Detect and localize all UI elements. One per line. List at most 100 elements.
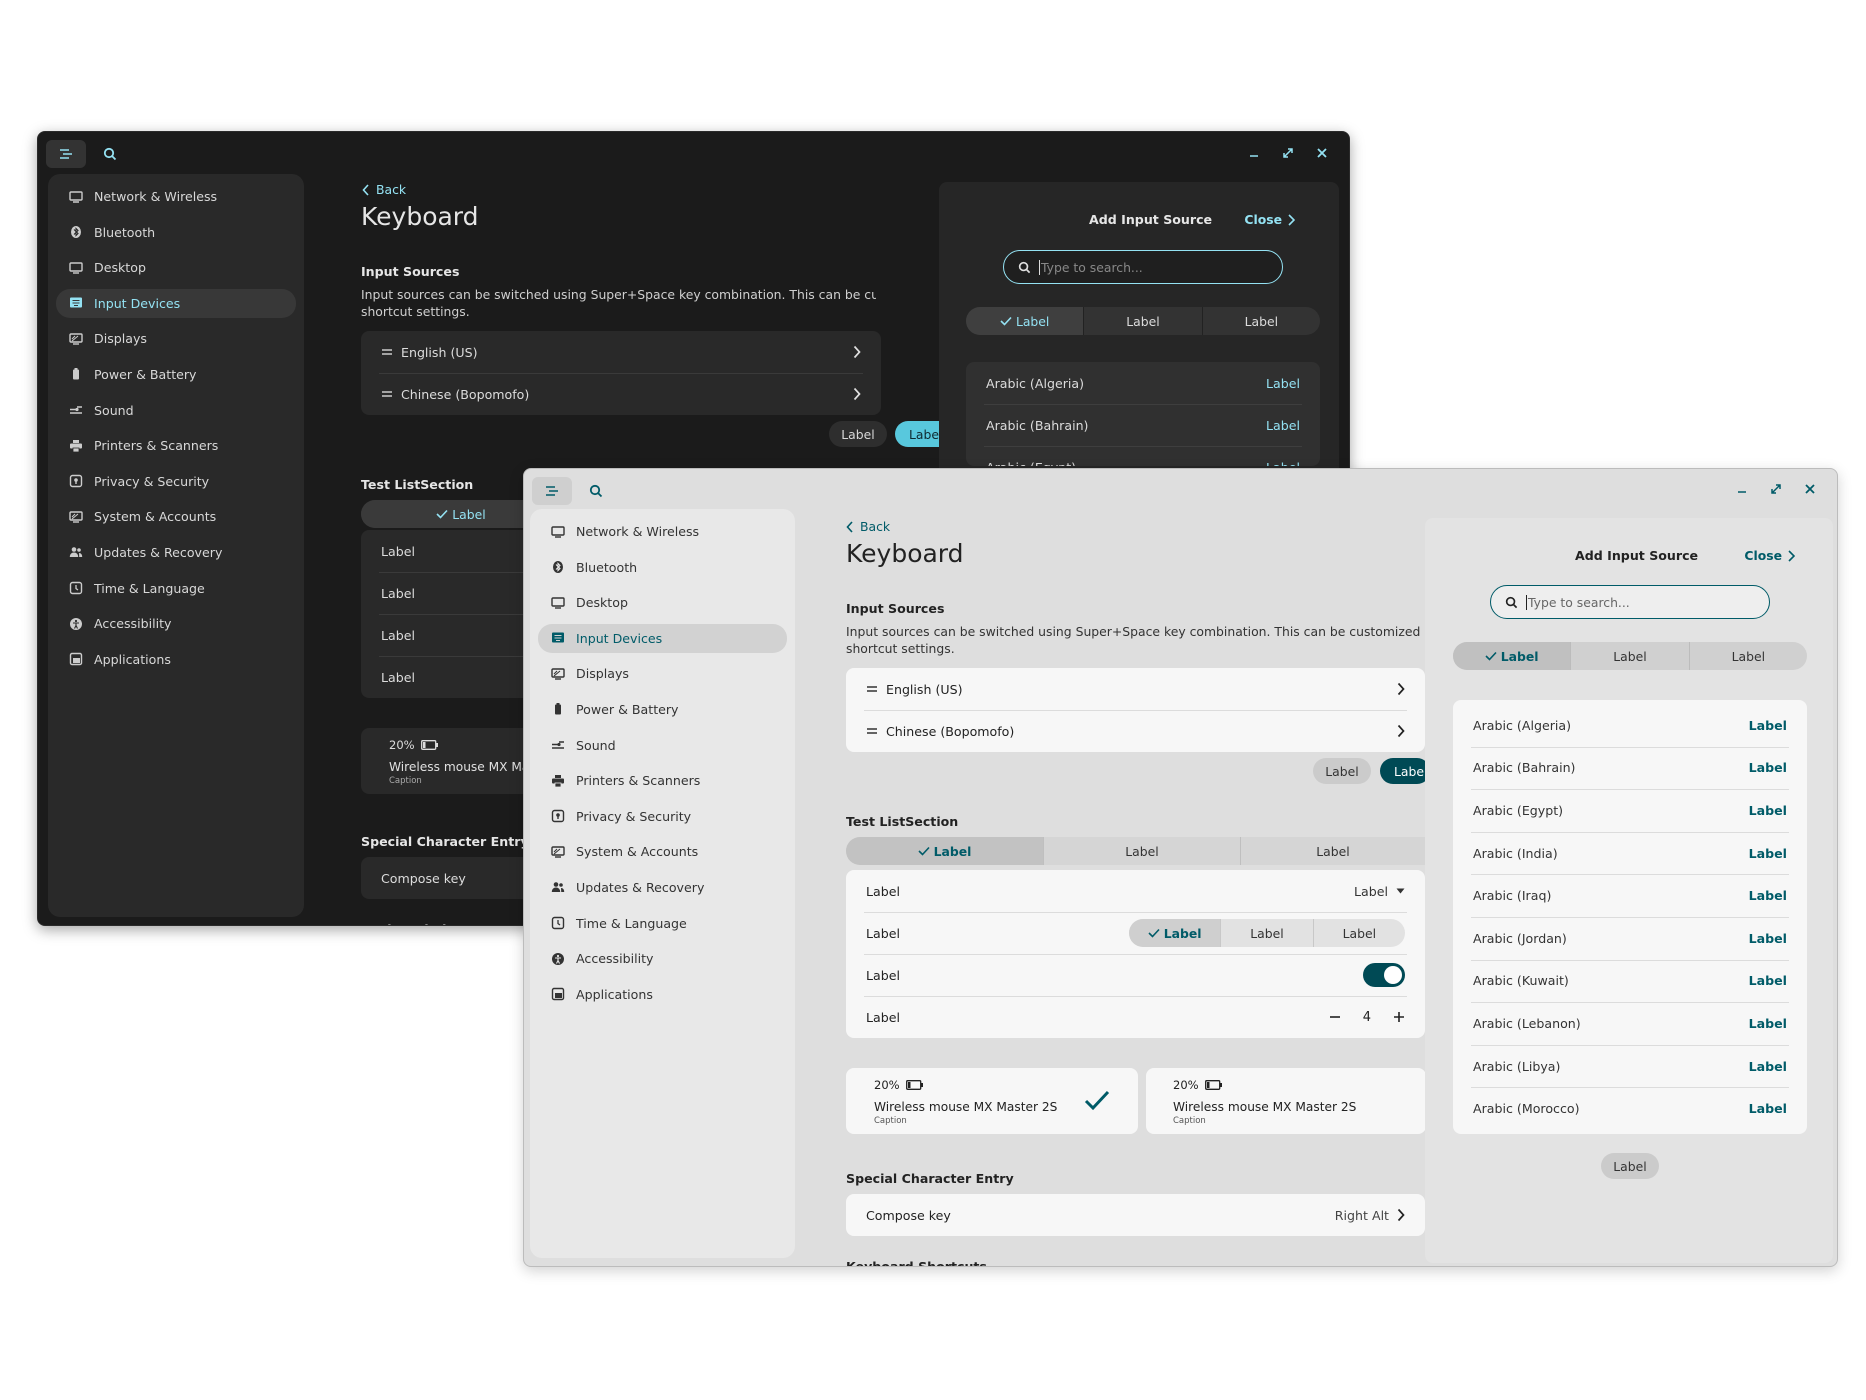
device-card-selected[interactable]: 20% Wireless mouse MX Master 2S Caption: [846, 1068, 1138, 1134]
add-language-button[interactable]: Label: [1749, 931, 1787, 946]
sidebar-item-bluetooth[interactable]: Bluetooth: [538, 553, 787, 582]
list-item-dropdown[interactable]: Label Label: [846, 870, 1425, 912]
secondary-button[interactable]: Label: [829, 421, 887, 447]
segment-option[interactable]: Label: [1240, 837, 1425, 865]
sidebar-toggle-button[interactable]: [532, 477, 572, 505]
sidebar-item-accessibility[interactable]: Accessibility: [538, 944, 787, 973]
add-language-button[interactable]: Label: [1749, 1101, 1787, 1116]
search-button[interactable]: [576, 477, 616, 505]
add-language-button[interactable]: Label: [1749, 1059, 1787, 1074]
add-language-button[interactable]: Label: [1749, 973, 1787, 988]
add-language-button[interactable]: Label: [1749, 803, 1787, 818]
segment-option[interactable]: Label: [1220, 919, 1312, 947]
sidebar-item-sound[interactable]: Sound: [56, 396, 296, 425]
sidebar-item-network[interactable]: Network & Wireless: [56, 182, 296, 211]
sidebar-item-displays[interactable]: Displays: [56, 324, 296, 353]
close-panel-button[interactable]: Close: [1744, 548, 1795, 563]
search-input[interactable]: Type to search...: [1003, 250, 1283, 284]
list-item-toggle[interactable]: Label: [846, 954, 1425, 996]
add-language-button[interactable]: Label: [1749, 888, 1787, 903]
close-icon[interactable]: [1315, 146, 1329, 160]
dropdown[interactable]: Label: [1354, 884, 1405, 899]
sidebar-item-power[interactable]: Power & Battery: [538, 695, 787, 724]
search-input[interactable]: Type to search...: [1490, 585, 1770, 619]
maximize-icon[interactable]: [1769, 482, 1783, 496]
list-item[interactable]: Arabic (Egypt)Label: [966, 446, 1320, 466]
segment-option[interactable]: Label: [1083, 307, 1201, 335]
add-language-button[interactable]: Label: [1749, 760, 1787, 775]
segment-option[interactable]: Label: [1201, 307, 1320, 335]
panel-footer-button[interactable]: Label: [1601, 1153, 1659, 1179]
search-button[interactable]: [90, 140, 130, 168]
quantity-stepper[interactable]: 4: [1329, 1010, 1405, 1025]
list-item-stepper[interactable]: Label 4: [846, 996, 1425, 1038]
list-item[interactable]: Arabic (Egypt)Label: [1453, 789, 1807, 832]
list-item[interactable]: Arabic (Lebanon) Label: [1453, 1002, 1807, 1045]
segment-option-selected[interactable]: Label: [1129, 919, 1221, 947]
compose-key-row[interactable]: Compose key Right Alt: [846, 1194, 1425, 1236]
list-item[interactable]: English (US): [361, 331, 881, 373]
inline-segmented-control[interactable]: Label Label Label: [1129, 919, 1405, 947]
sidebar-item-input-devices[interactable]: Input Devices: [538, 623, 787, 653]
panel-segmented-control[interactable]: Label Label Label: [1453, 642, 1807, 670]
list-item[interactable]: Chinese (Bopomofo): [361, 373, 881, 415]
list-item-segmented[interactable]: Label Label Label Label: [846, 912, 1425, 954]
sidebar-item-bluetooth[interactable]: Bluetooth: [56, 218, 296, 247]
close-panel-button[interactable]: Close: [1244, 212, 1295, 227]
add-language-button[interactable]: Label: [1749, 718, 1787, 733]
segment-option-selected[interactable]: Label: [1453, 642, 1571, 670]
segment-option[interactable]: Label: [1688, 642, 1807, 670]
add-language-button[interactable]: Label: [1266, 460, 1300, 467]
segmented-control[interactable]: Label Label Label: [846, 837, 1425, 865]
sidebar-item-applications[interactable]: Applications: [56, 645, 296, 674]
sidebar-item-desktop[interactable]: Desktop: [538, 588, 787, 617]
list-item[interactable]: Arabic (Libya) Label: [1453, 1044, 1807, 1088]
sidebar-item-power[interactable]: Power & Battery: [56, 360, 296, 389]
add-language-button[interactable]: Label: [1749, 1016, 1787, 1031]
list-item[interactable]: Arabic (Algeria) Label: [1453, 704, 1807, 747]
primary-button[interactable]: Labe: [1380, 758, 1430, 784]
secondary-button[interactable]: Label: [1313, 758, 1371, 784]
sidebar-item-input-devices[interactable]: Input Devices: [56, 288, 296, 318]
list-item[interactable]: Chinese (Bopomofo): [846, 710, 1425, 752]
back-link[interactable]: Back: [846, 519, 890, 534]
sidebar-item-time[interactable]: Time & Language: [538, 909, 787, 938]
minus-icon[interactable]: [1329, 1011, 1341, 1023]
list-item[interactable]: Arabic (Bahrain) Label: [966, 404, 1320, 446]
close-icon[interactable]: [1803, 482, 1817, 496]
list-item[interactable]: Arabic (Kuwait) Label: [1453, 959, 1807, 1003]
add-language-button[interactable]: Label: [1749, 846, 1787, 861]
sidebar-item-privacy[interactable]: Privacy & Security: [56, 467, 296, 496]
sidebar-item-accessibility[interactable]: Accessibility: [56, 609, 296, 638]
device-card[interactable]: 20% Wireless mouse MX Master 2S Caption: [1146, 1068, 1426, 1134]
sidebar-toggle-button[interactable]: [46, 140, 86, 168]
segment-option-selected[interactable]: Label: [966, 307, 1084, 335]
maximize-icon[interactable]: [1281, 146, 1295, 160]
segment-option[interactable]: Label: [1570, 642, 1688, 670]
add-language-button[interactable]: Label: [1266, 376, 1300, 391]
sidebar-item-time[interactable]: Time & Language: [56, 574, 296, 603]
list-item[interactable]: English (US): [846, 668, 1425, 710]
sidebar-item-displays[interactable]: Displays: [538, 659, 787, 688]
sidebar-item-printers[interactable]: Printers & Scanners: [538, 766, 787, 795]
sidebar-item-desktop[interactable]: Desktop: [56, 253, 296, 282]
list-item[interactable]: Arabic (Bahrain) Label: [1453, 746, 1807, 790]
back-link[interactable]: Back: [362, 182, 406, 197]
sidebar-item-printers[interactable]: Printers & Scanners: [56, 431, 296, 460]
sidebar-item-system[interactable]: System & Accounts: [56, 502, 296, 531]
sidebar-item-applications[interactable]: Applications: [538, 980, 787, 1009]
sidebar-item-network[interactable]: Network & Wireless: [538, 517, 787, 546]
list-item[interactable]: Arabic (Algeria) Label: [966, 362, 1320, 404]
list-item[interactable]: Arabic (Iraq) Label: [1453, 874, 1807, 917]
sidebar-item-updates[interactable]: Updates & Recovery: [538, 873, 787, 902]
segment-option[interactable]: Label: [1312, 919, 1405, 947]
plus-icon[interactable]: [1393, 1011, 1405, 1023]
list-item[interactable]: Arabic (Morocco) Label: [1453, 1087, 1807, 1130]
list-item[interactable]: Arabic (Jordan) Label: [1453, 916, 1807, 960]
toggle-switch[interactable]: [1363, 963, 1405, 987]
sidebar-item-privacy[interactable]: Privacy & Security: [538, 802, 787, 831]
list-item[interactable]: Arabic (India) Label: [1453, 831, 1807, 875]
minimize-icon[interactable]: [1735, 482, 1749, 496]
segment-option-selected[interactable]: Label: [846, 837, 1043, 865]
sidebar-item-sound[interactable]: Sound: [538, 731, 787, 760]
